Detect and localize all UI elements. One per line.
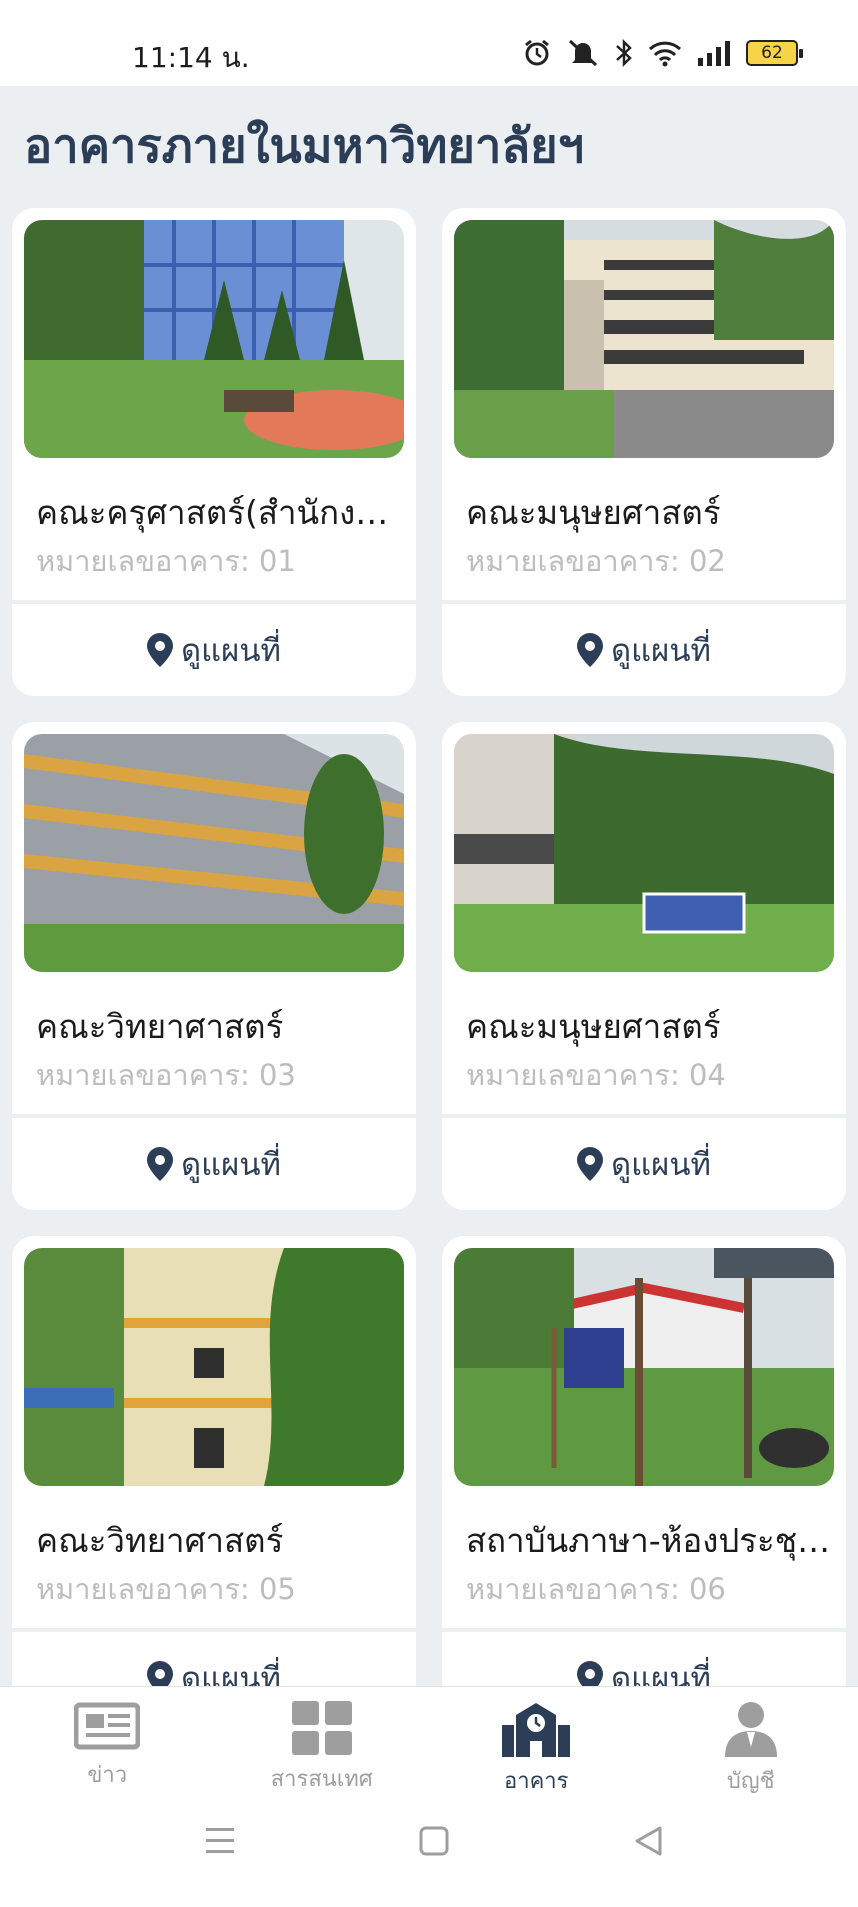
building-card[interactable]: คณะวิทยาศาสตร์ หมายเลขอาคาร: 05 ดูแผนที่	[12, 1236, 416, 1686]
view-map-label: ดูแผนที่	[611, 1661, 711, 1686]
alarm-icon	[525, 39, 549, 66]
menu-icon[interactable]	[204, 1824, 236, 1858]
building-card[interactable]: คณะมนุษยศาสตร์ หมายเลขอาคาร: 04 ดูแผนที่	[442, 722, 846, 1210]
newspaper-icon	[74, 1702, 141, 1750]
nav-label-news: ข่าว	[87, 1763, 128, 1788]
building-name: คณะมนุษยศาสตร์	[466, 493, 721, 532]
view-map-label: ดูแผนที่	[181, 1147, 281, 1183]
building-name: คณะมนุษยศาสตร์	[466, 1007, 721, 1046]
wifi-icon	[648, 41, 682, 67]
map-pin-icon	[147, 633, 174, 667]
nav-label-buildings: อาคาร	[504, 1769, 569, 1794]
status-time: 11:14 น.	[132, 41, 250, 74]
building-number: หมายเลขอาคาร: 05	[36, 1572, 296, 1606]
building-number: หมายเลขอาคาร: 04	[466, 1058, 726, 1092]
nav-item-buildings[interactable]: อาคาร	[429, 1687, 644, 1800]
building-photo	[24, 734, 404, 972]
page-title: อาคารภายในมหาวิทยาลัยฯ	[24, 119, 585, 174]
home-icon[interactable]	[418, 1824, 450, 1858]
map-pin-icon	[577, 633, 604, 667]
map-pin-icon	[147, 1661, 174, 1686]
back-icon[interactable]	[632, 1824, 664, 1858]
building-card[interactable]: คณะวิทยาศาสตร์ หมายเลขอาคาร: 03 ดูแผนที่	[12, 722, 416, 1210]
building-card[interactable]: คณะมนุษยศาสตร์ หมายเลขอาคาร: 02 ดูแผนที่	[442, 208, 846, 696]
building-photo	[24, 220, 404, 458]
bottom-nav: ข่าว สารสนเทศ อาคาร บัญชี	[0, 1686, 858, 1800]
map-pin-icon	[147, 1147, 174, 1181]
nav-item-account[interactable]: บัญชี	[644, 1687, 858, 1800]
map-pin-icon	[577, 1661, 604, 1686]
building-photo	[454, 220, 834, 458]
building-photo	[454, 734, 834, 972]
building-photo	[454, 1248, 834, 1486]
view-map-label: ดูแผนที่	[611, 1147, 711, 1183]
view-map-button[interactable]: ดูแผนที่	[442, 604, 846, 696]
mute-icon	[568, 39, 598, 67]
building-number: หมายเลขอาคาร: 06	[466, 1572, 726, 1606]
building-card[interactable]: คณะครุศาสตร์(สำนักงาน... หมายเลขอาคาร: 0…	[12, 208, 416, 696]
view-map-button[interactable]: ดูแผนที่	[442, 1632, 846, 1686]
view-map-label: ดูแผนที่	[181, 633, 281, 669]
view-map-label: ดูแผนที่	[181, 1661, 281, 1686]
nav-item-information[interactable]: สารสนเทศ	[215, 1687, 430, 1800]
building-name: สถาบันภาษา-ห้องประชุม...	[466, 1521, 832, 1560]
nav-item-news[interactable]: ข่าว	[0, 1687, 215, 1800]
map-pin-icon	[577, 1147, 604, 1181]
building-card[interactable]: สถาบันภาษา-ห้องประชุม... หมายเลขอาคาร: 0…	[442, 1236, 846, 1686]
building-number: หมายเลขอาคาร: 01	[36, 544, 296, 578]
status-icons: 62	[522, 38, 803, 68]
account-icon	[724, 1702, 777, 1757]
view-map-label: ดูแผนที่	[611, 633, 711, 669]
buildings-list[interactable]: คณะครุศาสตร์(สำนักงาน... หมายเลขอาคาร: 0…	[0, 208, 858, 1686]
view-map-button[interactable]: ดูแผนที่	[12, 604, 416, 696]
battery-indicator: 62	[746, 40, 803, 66]
view-map-button[interactable]: ดูแผนที่	[12, 1118, 416, 1210]
building-name: คณะวิทยาศาสตร์	[36, 1521, 284, 1560]
system-nav-bar	[0, 1800, 858, 1907]
building-icon	[502, 1703, 571, 1757]
nav-label-account: บัญชี	[726, 1769, 775, 1794]
nav-label-information: สารสนเทศ	[270, 1767, 373, 1792]
building-name: คณะวิทยาศาสตร์	[36, 1007, 284, 1046]
building-number: หมายเลขอาคาร: 03	[36, 1058, 296, 1092]
status-bar: 11:14 น. 62	[0, 0, 858, 86]
building-photo	[24, 1248, 404, 1486]
bluetooth-icon	[616, 38, 632, 68]
signal-icon	[698, 41, 730, 66]
view-map-button[interactable]: ดูแผนที่	[442, 1118, 846, 1210]
grid-icon	[291, 1701, 352, 1755]
view-map-button[interactable]: ดูแผนที่	[12, 1632, 416, 1686]
building-name: คณะครุศาสตร์(สำนักงาน...	[36, 493, 402, 532]
building-number: หมายเลขอาคาร: 02	[466, 544, 726, 578]
